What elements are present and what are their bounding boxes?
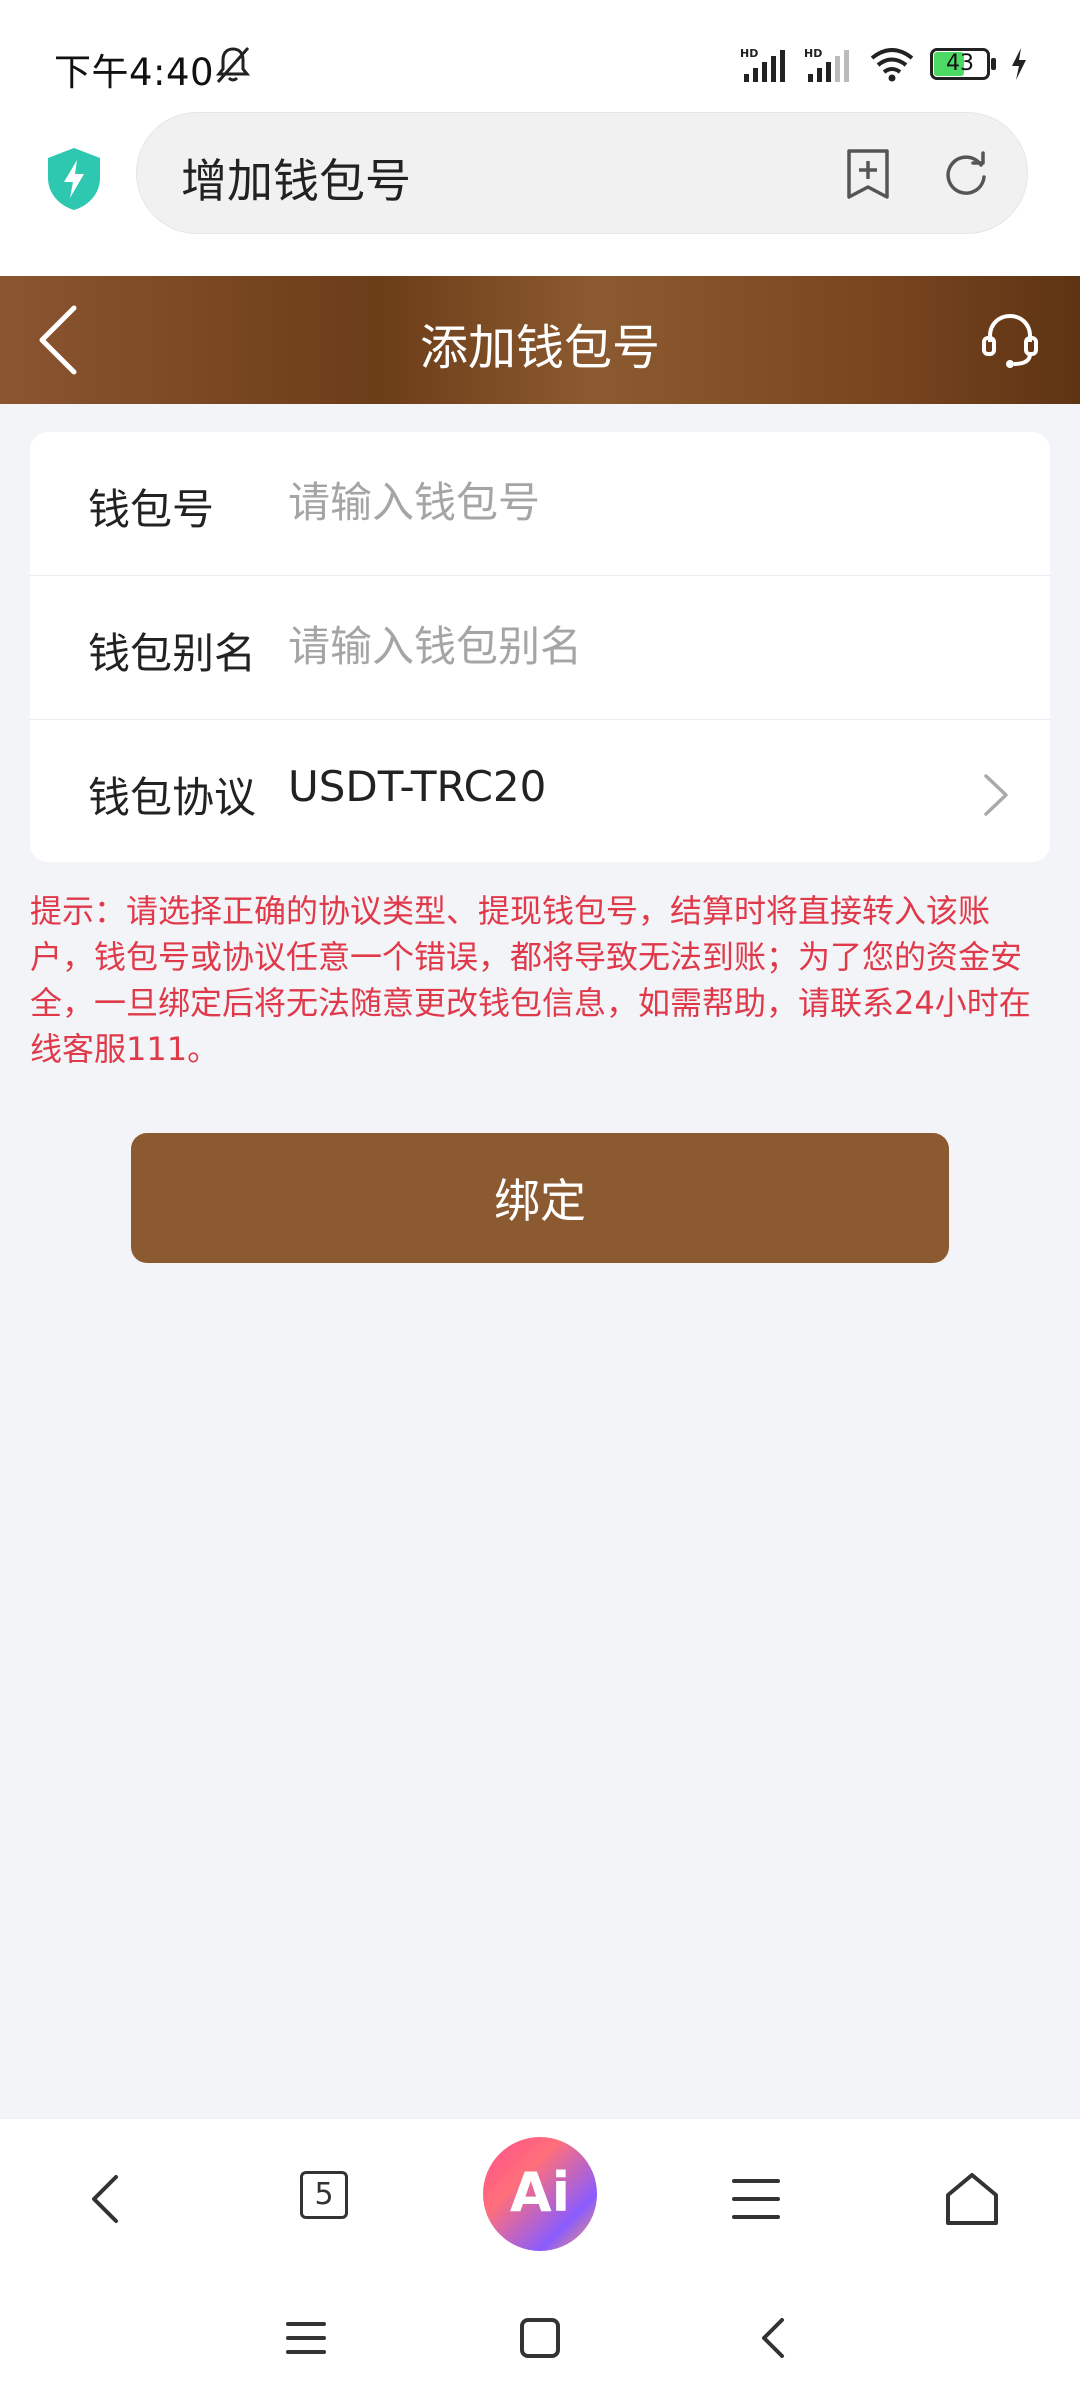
browser-back-icon[interactable] bbox=[70, 2163, 142, 2235]
notice-text: 提示：请选择正确的协议类型、提现钱包号，结算时将直接转入该账户，钱包号或协议任意… bbox=[30, 892, 1031, 1068]
wifi-icon bbox=[870, 48, 914, 82]
shield-icon[interactable] bbox=[44, 146, 104, 212]
svg-text:HD: HD bbox=[740, 47, 758, 60]
system-navigation-bar bbox=[0, 2278, 1080, 2400]
address-bar[interactable]: 增加钱包号 bbox=[136, 112, 1028, 234]
battery-level: 43 bbox=[946, 51, 974, 76]
wallet-alias-label: 钱包别名 bbox=[88, 629, 257, 678]
wallet-protocol-row[interactable]: 钱包协议 USDT-TRC20 bbox=[30, 720, 1050, 862]
browser-toolbar: 增加钱包号 bbox=[0, 112, 1080, 276]
wallet-number-label: 钱包号 bbox=[88, 485, 215, 534]
recent-apps-icon[interactable] bbox=[280, 2312, 332, 2364]
page-header: 添加钱包号 bbox=[0, 276, 1080, 404]
wallet-number-row: 钱包号 bbox=[30, 432, 1050, 576]
battery-icon: 43 bbox=[930, 48, 996, 80]
charging-icon bbox=[1012, 48, 1026, 80]
svg-text:HD: HD bbox=[804, 47, 822, 60]
chevron-right-icon[interactable] bbox=[980, 770, 1012, 820]
system-back-icon[interactable] bbox=[748, 2312, 800, 2364]
refresh-icon[interactable] bbox=[941, 149, 991, 199]
status-time: 下午4:40 bbox=[54, 51, 215, 94]
signal-hd-icon: HD bbox=[740, 47, 785, 82]
wallet-protocol-value[interactable]: USDT-TRC20 bbox=[288, 762, 546, 811]
browser-bottom-nav: 5 Ai bbox=[0, 2118, 1080, 2278]
wallet-alias-row: 钱包别名 bbox=[30, 576, 1050, 720]
system-home-icon[interactable] bbox=[514, 2312, 566, 2364]
wallet-alias-input[interactable] bbox=[288, 614, 988, 678]
tabs-count-button[interactable]: 5 bbox=[300, 2171, 348, 2219]
menu-icon[interactable] bbox=[720, 2163, 792, 2235]
signal-hd-icon-2: HD bbox=[804, 47, 849, 82]
wallet-number-input[interactable] bbox=[288, 470, 988, 534]
wallet-form: 钱包号 钱包别名 钱包协议 USDT-TRC20 bbox=[30, 432, 1050, 862]
status-bar: 下午4:40 HD HD 43 bbox=[0, 0, 1080, 112]
page-title: 添加钱包号 bbox=[419, 320, 660, 376]
bookmark-add-icon[interactable] bbox=[843, 147, 893, 201]
wallet-protocol-label: 钱包协议 bbox=[88, 773, 257, 822]
home-icon[interactable] bbox=[936, 2163, 1008, 2235]
ai-assistant-button[interactable]: Ai bbox=[483, 2137, 597, 2251]
page-title-in-address-bar[interactable]: 增加钱包号 bbox=[181, 145, 411, 211]
bind-button[interactable]: 绑定 bbox=[131, 1133, 949, 1263]
bell-muted-icon bbox=[215, 47, 251, 83]
customer-service-icon[interactable] bbox=[980, 310, 1040, 370]
